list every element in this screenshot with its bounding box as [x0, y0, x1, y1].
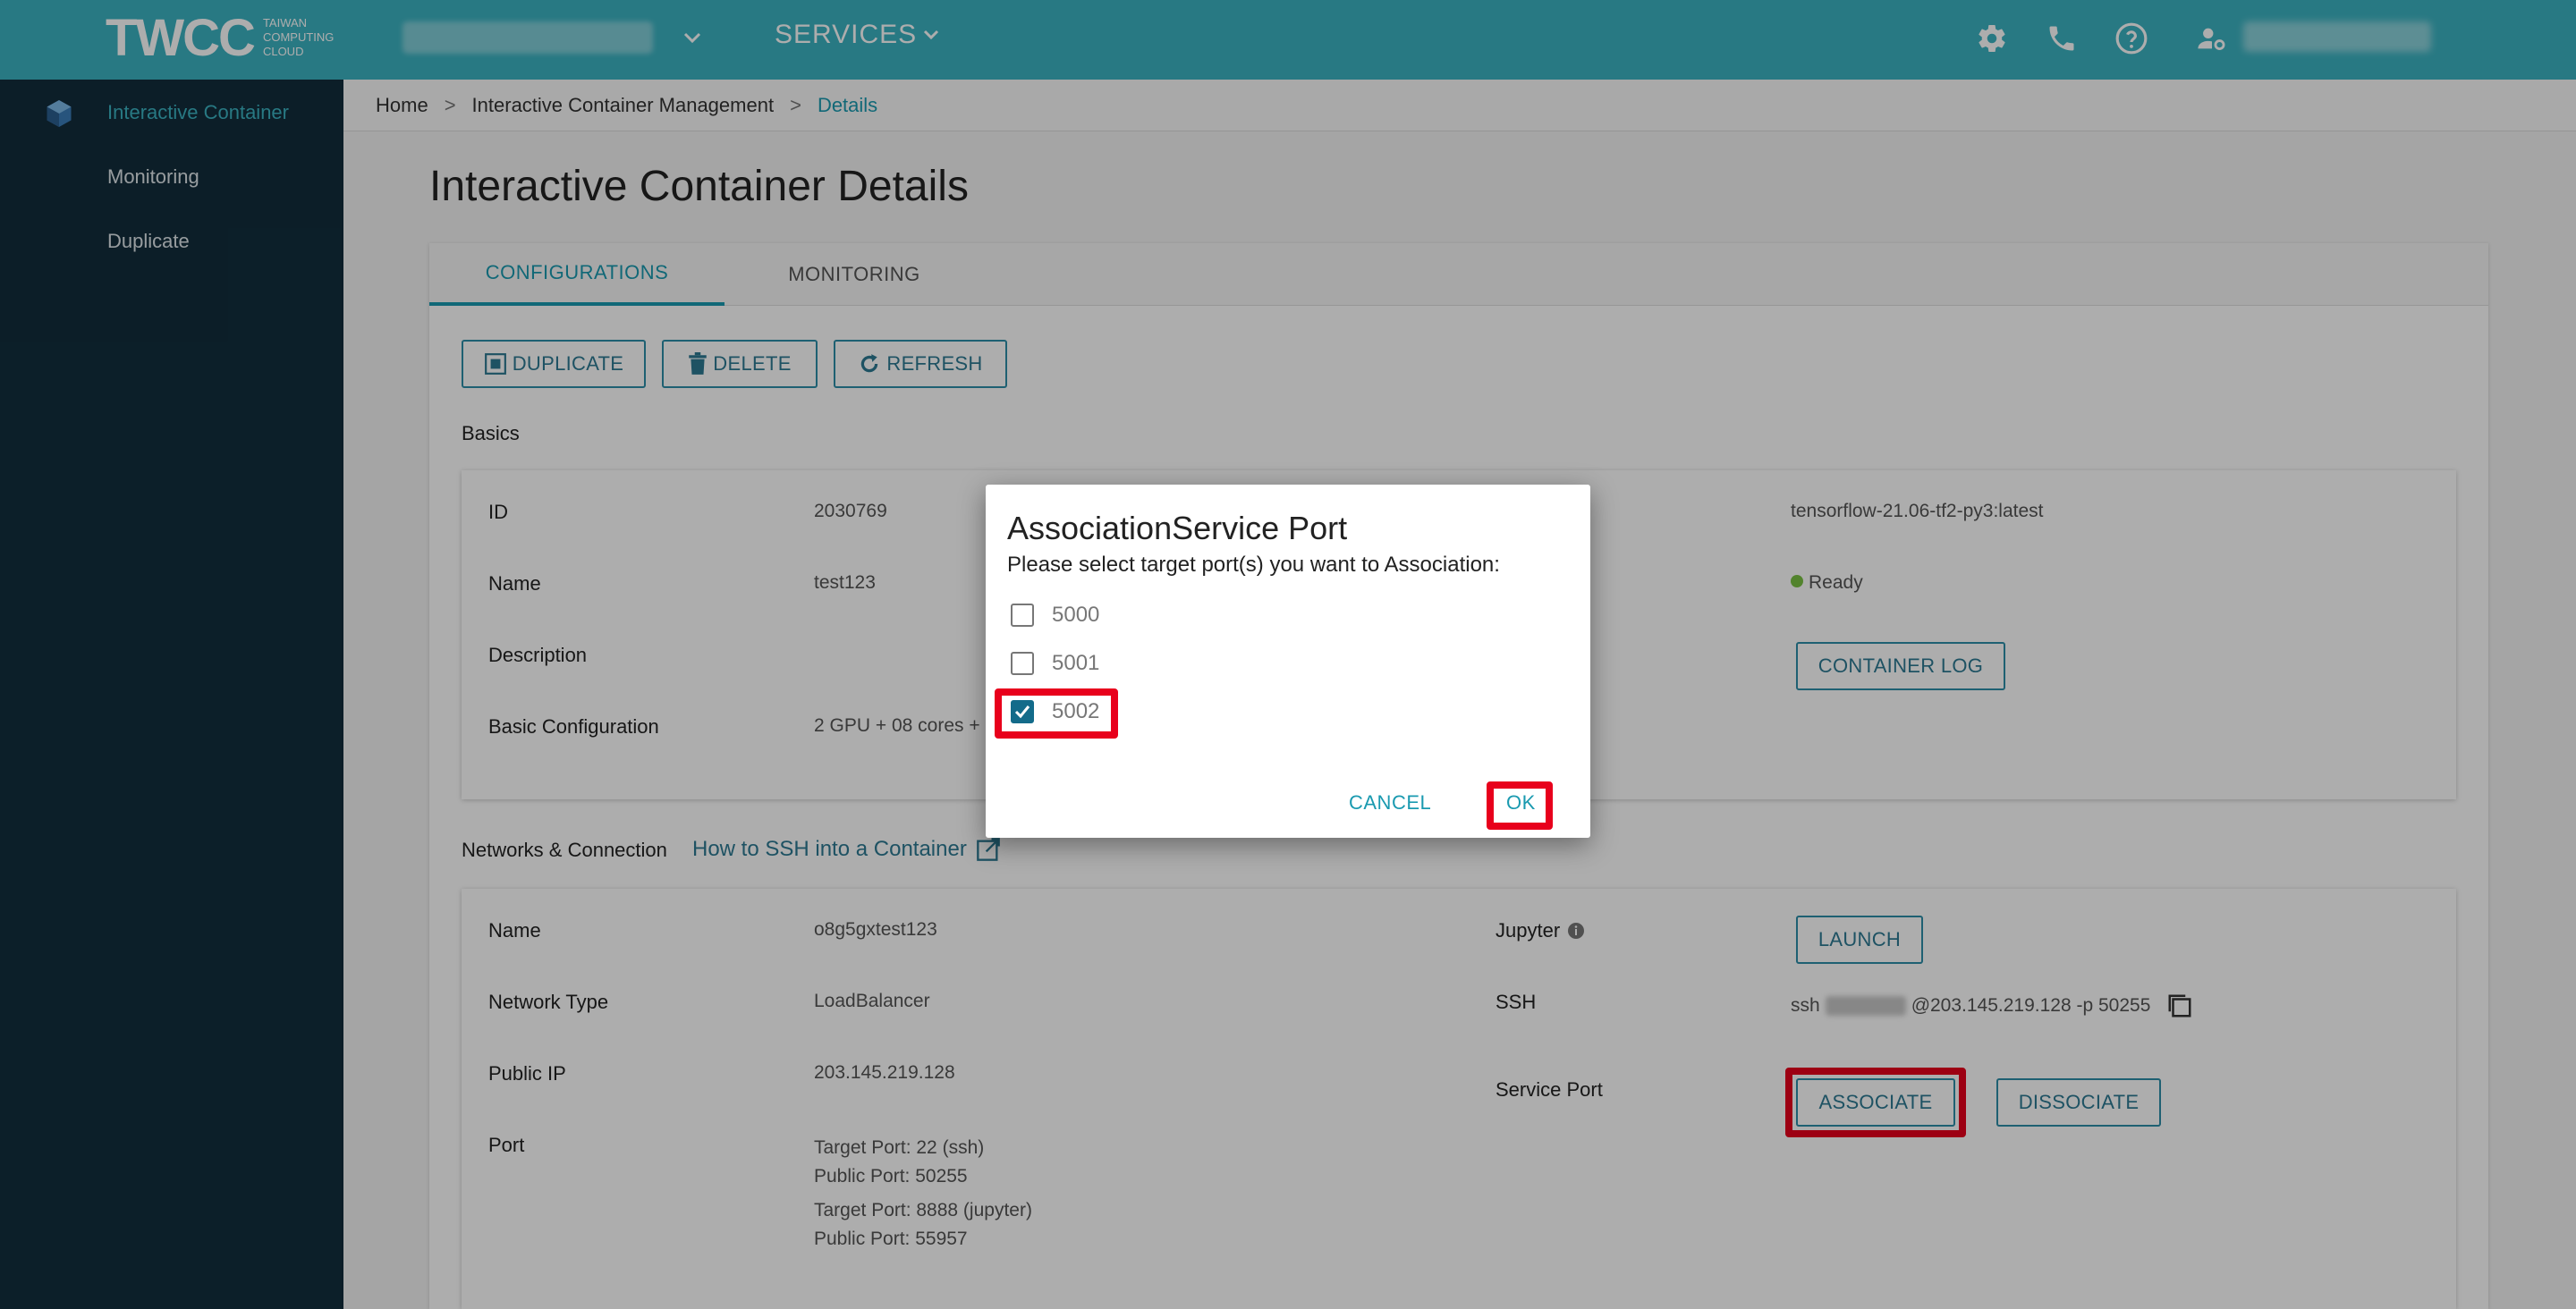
checkbox[interactable]: [1011, 652, 1034, 675]
associate-port-dialog: AssociationService Port Please select ta…: [986, 485, 1590, 838]
dialog-message: Please select target port(s) you want to…: [1007, 553, 1500, 577]
ok-highlight-box: [1487, 781, 1553, 830]
port-option-label: 5000: [1052, 603, 1100, 627]
dialog-title: AssociationService Port: [1007, 510, 1348, 546]
port-option-5001[interactable]: 5001: [1011, 651, 1099, 676]
port-5002-highlight-box: [995, 688, 1118, 739]
port-option-label: 5001: [1052, 651, 1100, 675]
cancel-button[interactable]: CANCEL: [1349, 791, 1431, 815]
port-option-5000[interactable]: 5000: [1011, 603, 1099, 628]
checkbox[interactable]: [1011, 604, 1034, 627]
